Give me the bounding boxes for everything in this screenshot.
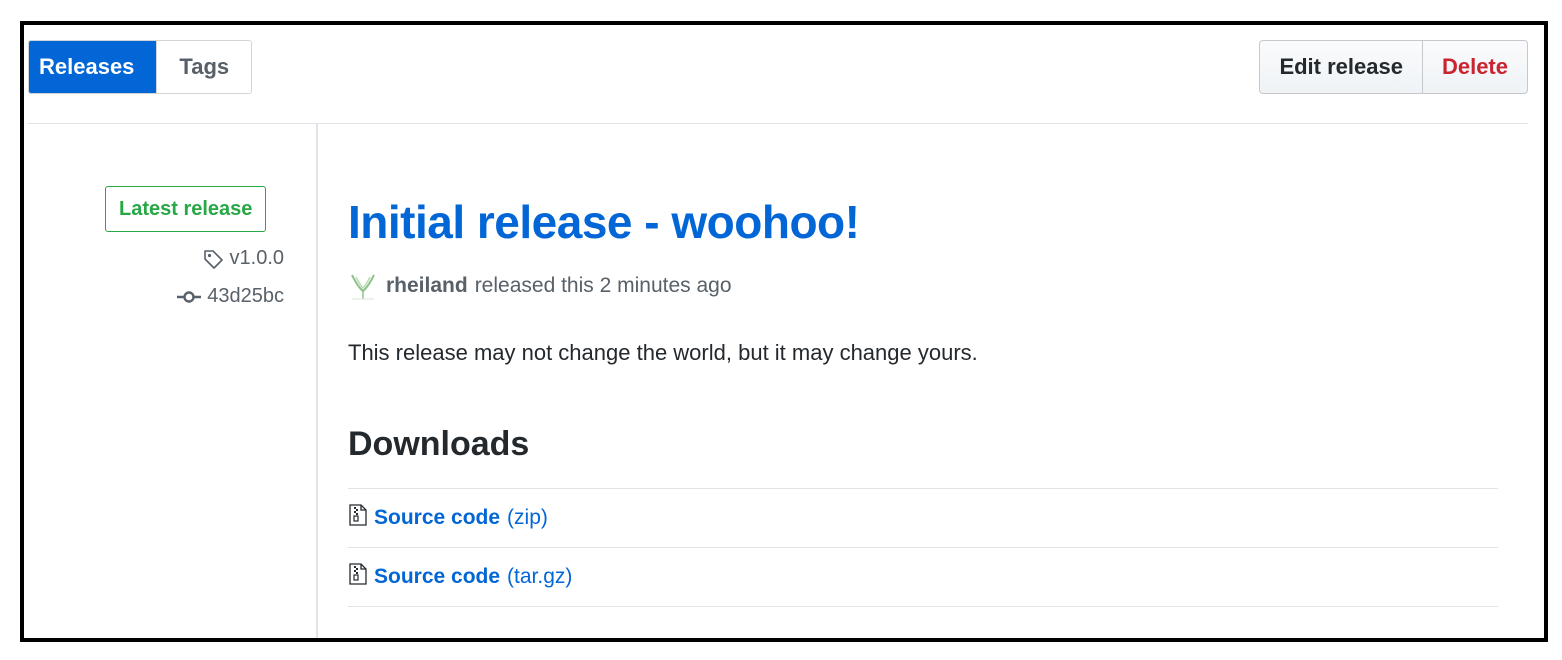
release-tag[interactable]: v1.0.0 (202, 247, 284, 270)
tag-label: v1.0.0 (229, 247, 284, 269)
edit-release-button[interactable]: Edit release (1260, 41, 1422, 93)
avatar[interactable] (348, 271, 378, 301)
tab-releases[interactable]: Releases (29, 41, 157, 93)
download-item[interactable]: Source code (tar.gz) (348, 547, 1498, 607)
download-item[interactable]: Source code (zip) (348, 488, 1498, 547)
tag-icon (203, 249, 223, 269)
commit-icon (177, 290, 202, 303)
header-divider (28, 123, 1528, 124)
download-label[interactable]: Source code (374, 565, 500, 589)
release-actions: Edit release Delete (1259, 40, 1528, 94)
download-ext[interactable]: (zip) (507, 506, 548, 530)
file-zip-icon (349, 563, 367, 585)
release-body: This release may not change the world, b… (348, 340, 978, 365)
file-zip-icon (349, 504, 367, 526)
byline-text: released this 2 minutes ago (474, 274, 732, 297)
delete-button[interactable]: Delete (1421, 41, 1527, 93)
release-page: Releases Tags Edit release Delete Latest… (20, 21, 1548, 642)
release-subnav: Releases Tags (28, 40, 253, 94)
download-label[interactable]: Source code (374, 506, 500, 530)
release-byline: rheiland released this 2 minutes ago (348, 271, 732, 301)
downloads-list: Source code (zip) Source code (tar.gz) (348, 488, 1498, 607)
author-link[interactable]: rheiland (386, 274, 468, 298)
commit-label: 43d25bc (207, 285, 284, 307)
download-ext[interactable]: (tar.gz) (507, 565, 572, 589)
latest-release-badge: Latest release (105, 186, 267, 232)
release-commit[interactable]: 43d25bc (177, 285, 284, 308)
tab-tags[interactable]: Tags (156, 41, 252, 93)
downloads-heading: Downloads (348, 425, 530, 463)
sidebar-divider (316, 124, 318, 638)
release-title[interactable]: Initial release - woohoo! (348, 195, 860, 249)
